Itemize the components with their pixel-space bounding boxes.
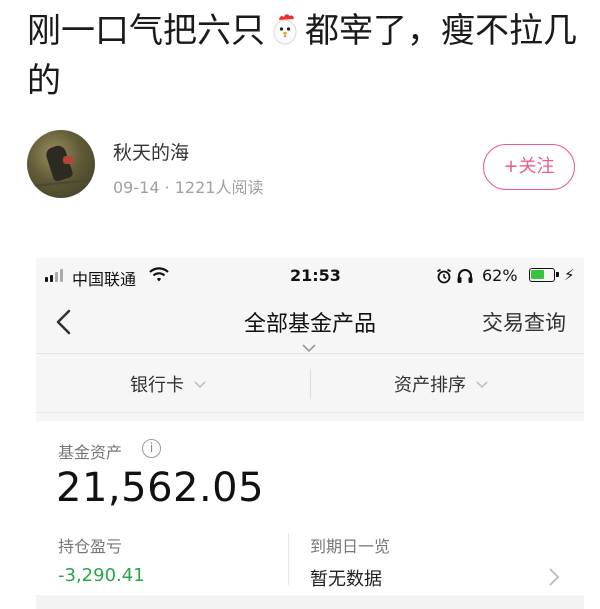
carrier-label: 中国联通 — [72, 270, 137, 289]
fund-asset-value: 21,562.05 — [56, 465, 265, 511]
filter-divider — [310, 369, 311, 399]
charging-bolt-icon: ⚡︎ — [564, 266, 575, 284]
headphone-icon — [456, 267, 474, 288]
bank-card-filter[interactable]: 银行卡 — [130, 355, 206, 413]
wifi-icon — [148, 266, 170, 288]
bank-card-label: 银行卡 — [130, 375, 184, 396]
fund-asset-card: 基金资产 i 21,562.05 持仓盈亏 -3,290.41 到期日一览 暂无… — [36, 421, 584, 609]
follow-button[interactable]: +关注 — [483, 144, 575, 190]
battery-percent: 62% — [482, 266, 518, 285]
bottom-strip — [36, 595, 584, 609]
chevron-down-icon — [476, 355, 488, 413]
info-icon[interactable]: i — [142, 439, 161, 458]
battery-icon — [529, 268, 559, 282]
card-divider — [288, 533, 289, 585]
article-title: 刚一口气把六只 都宰了，瘦不拉几的 — [27, 6, 577, 106]
embedded-screenshot: 中国联通 21:53 62% ⚡︎ 全部基金产品 交易查询 银行卡 资产排序 基… — [36, 258, 584, 609]
alarm-icon — [436, 268, 452, 288]
avatar[interactable] — [27, 130, 95, 198]
post-meta: 09-14 · 1221人阅读 — [113, 178, 264, 197]
chicken-emoji-icon — [267, 11, 303, 47]
fund-asset-label: 基金资产 — [58, 443, 123, 462]
chevron-down-icon — [194, 355, 206, 413]
author-row: 秋天的海 09-14 · 1221人阅读 +关注 — [27, 128, 577, 204]
status-time: 21:53 — [290, 266, 341, 285]
filter-bar: 银行卡 资产排序 — [36, 355, 584, 413]
asset-sort-label: 资产排序 — [394, 375, 466, 396]
nav-bar: 全部基金产品 交易查询 — [36, 294, 584, 354]
status-bar: 中国联通 21:53 62% ⚡︎ — [36, 258, 584, 294]
maturity-overview-value[interactable]: 暂无数据 — [310, 565, 382, 591]
article-title-part1: 刚一口气把六只 — [27, 11, 265, 51]
chevron-right-icon[interactable] — [548, 567, 560, 591]
holding-pl-value: -3,290.41 — [58, 565, 145, 586]
trade-query-button[interactable]: 交易查询 — [482, 307, 566, 337]
maturity-overview-label[interactable]: 到期日一览 — [310, 533, 390, 557]
author-name[interactable]: 秋天的海 — [113, 138, 189, 165]
holding-pl-label: 持仓盈亏 — [58, 537, 123, 556]
asset-sort-filter[interactable]: 资产排序 — [394, 355, 488, 413]
